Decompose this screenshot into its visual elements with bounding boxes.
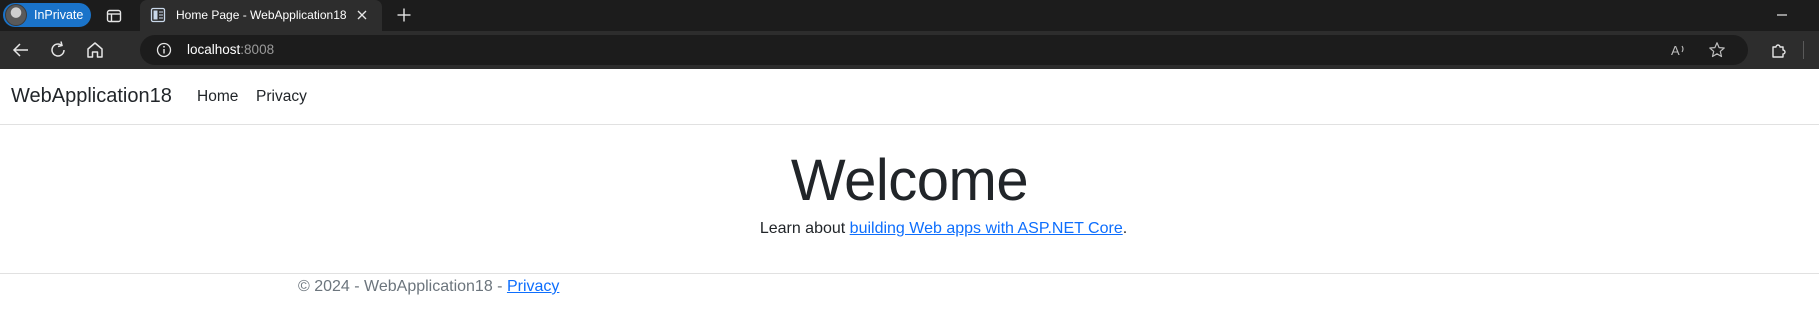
site-navbar: WebApplication18 Home Privacy [0, 69, 1819, 125]
refresh-icon[interactable] [47, 39, 69, 61]
info-icon[interactable] [156, 42, 172, 58]
svg-text:A: A [1671, 43, 1680, 58]
plus-icon[interactable] [394, 5, 414, 25]
web-page: WebApplication18 Home Privacy Welcome Le… [0, 69, 1819, 322]
browser-tab-strip: InPrivate Home Page - WebApplication18 [0, 0, 1819, 31]
home-icon[interactable] [84, 39, 106, 61]
url-text: localhost:8008 [187, 42, 274, 57]
puzzle-icon[interactable] [1768, 39, 1790, 61]
learn-link[interactable]: building Web apps with ASP.NET Core [850, 220, 1123, 237]
toolbar-divider [1803, 41, 1804, 59]
url-host: localhost [187, 42, 241, 57]
close-icon[interactable] [354, 7, 370, 23]
minimize-icon[interactable] [1772, 5, 1792, 25]
footer-divider [0, 273, 1819, 274]
browser-toolbar: localhost:8008 A [0, 31, 1819, 69]
address-bar[interactable]: localhost:8008 A [140, 35, 1748, 65]
avatar-icon [5, 4, 27, 26]
page-favicon-icon [150, 7, 166, 23]
footer-text: © 2024 - WebApplication18 - [298, 278, 507, 295]
tab-actions-icon[interactable] [104, 6, 124, 26]
nav-link-home[interactable]: Home [197, 88, 238, 106]
page-title: Welcome [790, 148, 1029, 213]
star-icon[interactable] [1708, 41, 1726, 59]
learn-prefix: Learn about [759, 220, 850, 237]
read-aloud-icon[interactable]: A [1670, 41, 1688, 59]
site-brand-link[interactable]: WebApplication18 [11, 85, 172, 108]
inprivate-label: InPrivate [34, 8, 84, 22]
tab-title: Home Page - WebApplication18 [176, 8, 347, 22]
url-port: :8008 [240, 42, 275, 57]
footer-privacy-link[interactable]: Privacy [507, 278, 559, 295]
learn-text: Learn about building Web apps with ASP.N… [0, 220, 1819, 238]
learn-suffix: . [1122, 220, 1128, 237]
back-arrow-icon[interactable] [10, 39, 32, 61]
nav-link-privacy[interactable]: Privacy [256, 88, 307, 106]
site-footer: © 2024 - WebApplication18 - Privacy [298, 278, 559, 296]
inprivate-profile-button[interactable]: InPrivate [3, 3, 91, 27]
tab-active[interactable]: Home Page - WebApplication18 [140, 0, 382, 31]
